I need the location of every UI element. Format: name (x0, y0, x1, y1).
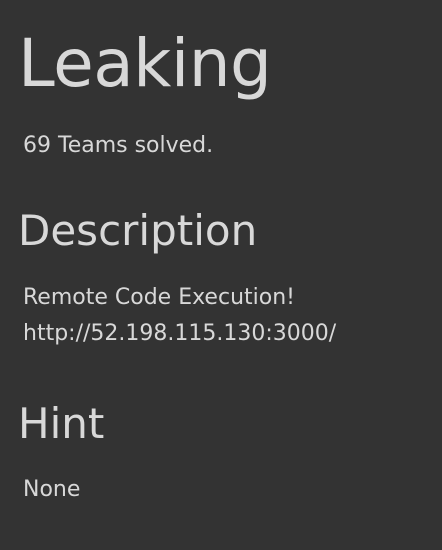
challenge-url-link[interactable]: http://52.198.115.130:3000/ (23, 316, 336, 352)
description-heading: Description (18, 206, 258, 255)
challenge-panel: Leaking 69 Teams solved. Description Rem… (0, 0, 442, 550)
solve-count: 69 Teams solved. (23, 133, 214, 158)
hint-text: None (23, 477, 81, 502)
hint-heading: Hint (18, 399, 105, 448)
description-line: Remote Code Execution! (23, 285, 295, 310)
challenge-title: Leaking (18, 25, 272, 102)
description-body: Remote Code Execution! http://52.198.115… (23, 280, 336, 352)
